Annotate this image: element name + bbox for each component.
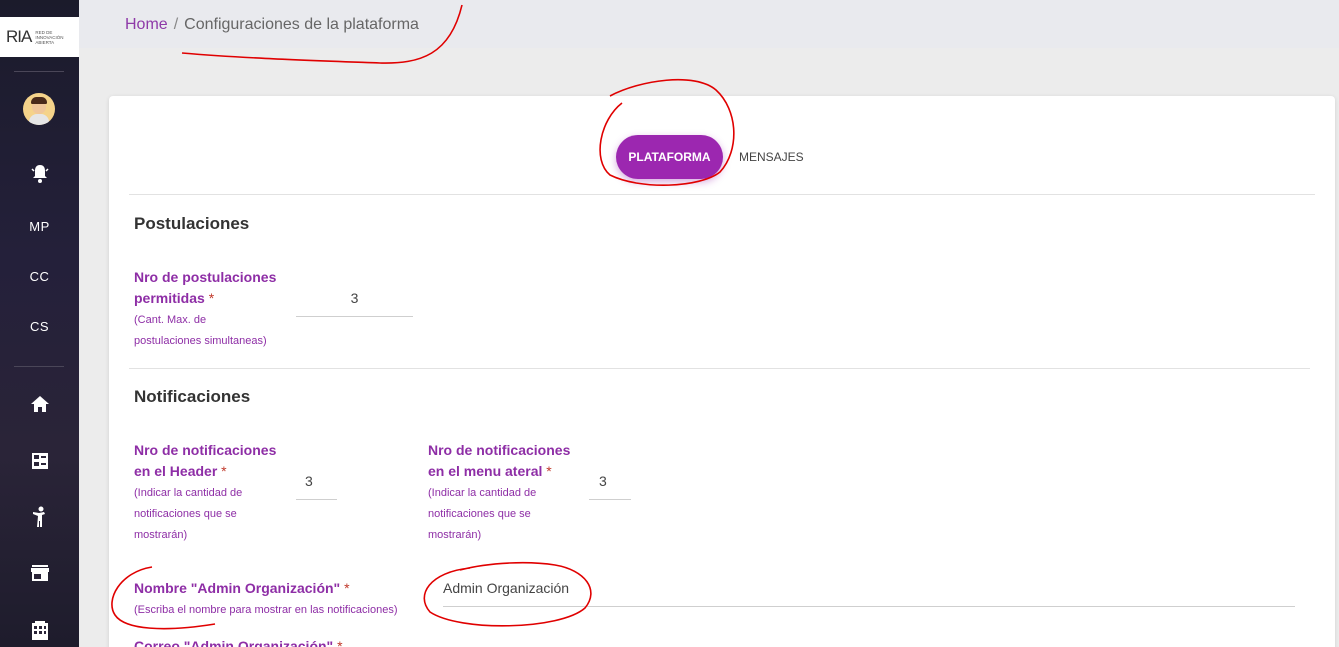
sidebar: RIA Red de Innovación Abierta MP CC CS (0, 0, 79, 647)
required-mark: * (208, 290, 215, 306)
menu-hint-line3: mostrarán) (428, 529, 482, 541)
menu-notifications-label-line2: en el menu ateral (428, 463, 543, 479)
tabs-divider (129, 194, 1315, 195)
admin-name-label-text: Nombre "Admin Organización" (134, 580, 341, 596)
menu-hint-line1: (Indicar la cantidad de (428, 487, 537, 499)
section-title-postulaciones: Postulaciones (134, 214, 250, 233)
postulaciones-label-line2: permitidas (134, 290, 205, 306)
menu-notifications-label-line1: Nro de notificaciones (428, 442, 571, 458)
sidebar-item-cs[interactable]: CS (0, 319, 79, 334)
menu-notifications-hint: (Indicar la cantidad de notificaciones q… (428, 483, 536, 546)
header-notifications-hint: (Indicar la cantidad de notificaciones q… (134, 483, 242, 546)
header-hint-line2: notificaciones que se (134, 508, 237, 520)
person-icon[interactable] (0, 506, 79, 533)
header-notifications-label-line1: Nro de notificaciones (134, 442, 277, 458)
dashboard-list-icon[interactable] (0, 452, 79, 475)
required-mark: * (546, 463, 552, 479)
tab-plataforma[interactable]: PLATAFORMA (616, 135, 723, 179)
breadcrumb-home-link[interactable]: Home (125, 16, 168, 33)
menu-notifications-input[interactable]: 3 (589, 473, 631, 500)
admin-name-hint: (Escriba el nombre para mostrar en las n… (134, 604, 398, 616)
menu-hint-line2: notificaciones que se (428, 508, 531, 520)
tab-mensajes[interactable]: MENSAJES (739, 135, 804, 179)
postulaciones-hint-line2: postulaciones simultaneas) (134, 335, 267, 347)
settings-card: PLATAFORMA MENSAJES Postulaciones Nro de… (109, 96, 1335, 647)
header-notifications-label-line2: en el Header (134, 463, 218, 479)
home-icon[interactable] (0, 395, 79, 418)
postulaciones-hint: (Cant. Max. de postulaciones simultaneas… (134, 310, 267, 352)
postulaciones-label-line1: Nro de postulaciones (134, 269, 277, 285)
admin-email-label: Correo "Admin Organización" * (134, 636, 343, 647)
building-icon[interactable] (0, 620, 79, 645)
postulaciones-hint-line1: (Cant. Max. de (134, 314, 207, 326)
notification-bell-icon[interactable] (0, 164, 79, 189)
admin-name-label: Nombre "Admin Organización" * (134, 578, 350, 599)
admin-name-input[interactable]: Admin Organización (443, 580, 1295, 607)
avatar[interactable] (23, 93, 55, 125)
breadcrumb-separator: / (173, 16, 179, 33)
logo-text: RIA (6, 27, 32, 46)
postulaciones-input[interactable]: 3 (296, 290, 413, 317)
sidebar-item-cc[interactable]: CC (0, 269, 79, 284)
sidebar-divider (14, 71, 64, 72)
sidebar-divider (14, 366, 64, 367)
store-icon[interactable] (0, 564, 79, 587)
required-mark: * (221, 463, 227, 479)
breadcrumb-current: Configuraciones de la plataforma (184, 16, 419, 33)
required-mark: * (344, 580, 350, 596)
breadcrumb-bar: Home / Configuraciones de la plataforma (79, 0, 1339, 48)
menu-notifications-label: Nro de notificaciones en el menu ateral … (428, 440, 570, 482)
section-divider (129, 368, 1310, 369)
postulaciones-label: Nro de postulaciones permitidas * (134, 267, 276, 309)
logo[interactable]: RIA Red de Innovación Abierta (0, 17, 79, 57)
breadcrumb: Home / Configuraciones de la plataforma (125, 16, 419, 34)
sidebar-item-mp[interactable]: MP (0, 219, 79, 234)
section-title-notificaciones: Notificaciones (134, 387, 251, 406)
required-mark: * (337, 638, 343, 647)
header-notifications-input[interactable]: 3 (296, 473, 337, 500)
header-notifications-label: Nro de notificaciones en el Header * (134, 440, 276, 482)
admin-email-label-text: Correo "Admin Organización" (134, 638, 334, 647)
header-hint-line3: mostrarán) (134, 529, 188, 541)
header-hint-line1: (Indicar la cantidad de (134, 487, 243, 499)
logo-subtext: Red de Innovación Abierta (35, 29, 64, 45)
